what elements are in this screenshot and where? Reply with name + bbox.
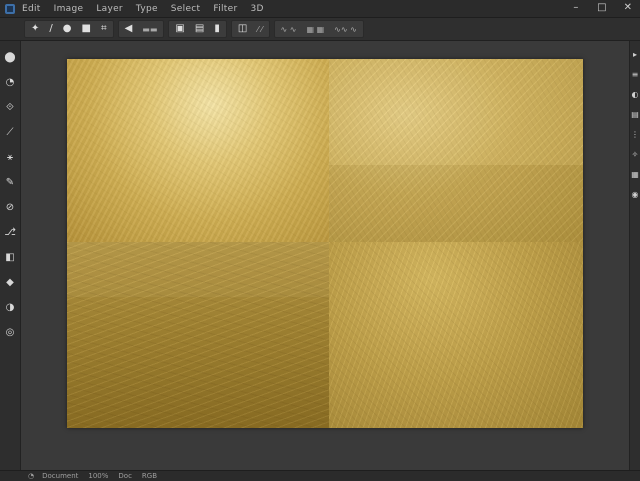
history-tool-icon[interactable]: ⎇ [0,223,20,241]
menu-type[interactable]: Type [136,4,158,14]
status-bar: ◔ Document 100% Doc RGB [0,470,640,481]
zoom-tool-icon[interactable]: ◎ [0,323,20,341]
panel-swatches-icon[interactable]: ▦ [630,167,640,181]
menu-filter[interactable]: Filter [213,4,237,14]
brush-preset-icon[interactable]: / [49,24,52,34]
smoothing-value[interactable]: ∿ ∿ [281,25,297,34]
gold-foil-tile-top-left [67,59,329,242]
options-bar: ✦ / ● ■ ⌗ ◀ ▬▬ ▣ ▤ ▮ ◫ ⁄ ⁄ ∿ ∿ ▦ ▦ ∿∿ ∿ [0,18,640,41]
menu-bar: Edit Image Layer Type Select Filter 3D –… [0,0,640,18]
select-tool-icon[interactable]: ⬤ [0,48,20,66]
clone-tool-icon[interactable]: ⊘ [0,198,20,216]
dodge-tool-icon[interactable]: ◑ [0,298,20,316]
brush-tool-icon[interactable]: ✎ [0,173,20,191]
eraser-tool-icon[interactable]: ◧ [0,248,20,266]
tools-panel: ⬤ ◔ ⟐ ⟋ ⚹ ✎ ⊘ ⎇ ◧ ◆ ◑ ◎ [0,41,21,470]
brush-size-slider[interactable]: ▬▬ [142,25,157,34]
status-zoom[interactable]: 100% [88,472,108,480]
pressure-value[interactable]: ▦ ▦ [306,25,324,34]
minimize-icon[interactable]: – [570,2,582,13]
gold-foil-tile-bottom-right [329,242,583,428]
menu-select[interactable]: Select [171,4,201,14]
menu-layer[interactable]: Layer [96,4,123,14]
close-icon[interactable]: ✕ [622,2,634,13]
flow-group: ◫ ⁄ ⁄ [230,20,270,38]
circle-option-icon[interactable]: ● [63,24,72,34]
texture-band [67,242,329,297]
panel-properties-icon[interactable]: ▤ [630,107,640,121]
menu-image[interactable]: Image [54,4,84,14]
status-document: Document [42,472,79,480]
symmetry-value[interactable]: ∿∿ ∿ [334,25,357,34]
window-controls: – □ ✕ [570,2,634,13]
healing-tool-icon[interactable]: ⚹ [0,148,20,166]
panel-paths-icon[interactable]: ✧ [630,147,640,161]
maximize-icon[interactable]: □ [596,2,608,13]
document-canvas[interactable] [67,59,583,428]
flow-icon[interactable]: ◫ [238,24,247,34]
grid-option-icon[interactable]: ⌗ [101,24,107,34]
gold-foil-tile-top-right [329,59,583,242]
crop-tool-icon[interactable]: ⟐ [0,98,20,116]
menu-edit[interactable]: Edit [22,4,41,14]
gradient-tool-icon[interactable]: ◆ [0,273,20,291]
brush-size-icon[interactable]: ◀ [125,24,133,34]
panel-channels-icon[interactable]: ⋮ [630,127,640,141]
extras-group: ∿ ∿ ▦ ▦ ∿∿ ∿ [273,20,364,38]
texture-band [329,59,583,165]
flow-value[interactable]: ⁄ ⁄ [257,25,262,34]
square-option-icon[interactable]: ■ [82,24,91,34]
eyedropper-tool-icon[interactable]: ⟋ [0,123,20,141]
doc-info-icon[interactable]: ◔ [28,472,34,480]
panel-adjust-icon[interactable]: ◐ [630,87,640,101]
tool-preset-group: ✦ / ● ■ ⌗ [24,20,114,38]
opacity-icon[interactable]: ▮ [214,24,220,34]
right-panel-strip: ▸ ≡ ◐ ▤ ⋮ ✧ ▦ ◉ [629,41,640,470]
lasso-tool-icon[interactable]: ◔ [0,73,20,91]
panel-layers-icon[interactable]: ≡ [630,67,640,81]
mode-icon[interactable]: ▣ [175,24,184,34]
tool-preset-icon[interactable]: ✦ [31,24,39,34]
brush-size-group: ◀ ▬▬ [117,20,165,38]
mode-group: ▣ ▤ ▮ [168,20,227,38]
status-doc: Doc [118,472,132,480]
ps-logo-icon[interactable] [4,3,16,15]
panel-history-icon[interactable]: ▸ [630,47,640,61]
status-mode: RGB [141,472,158,480]
gold-foil-tile-bottom-left [67,242,329,428]
layer-mode-icon[interactable]: ▤ [195,24,204,34]
texture-band [329,165,583,242]
panel-color-icon[interactable]: ◉ [630,187,640,201]
menu-3d[interactable]: 3D [250,4,263,14]
